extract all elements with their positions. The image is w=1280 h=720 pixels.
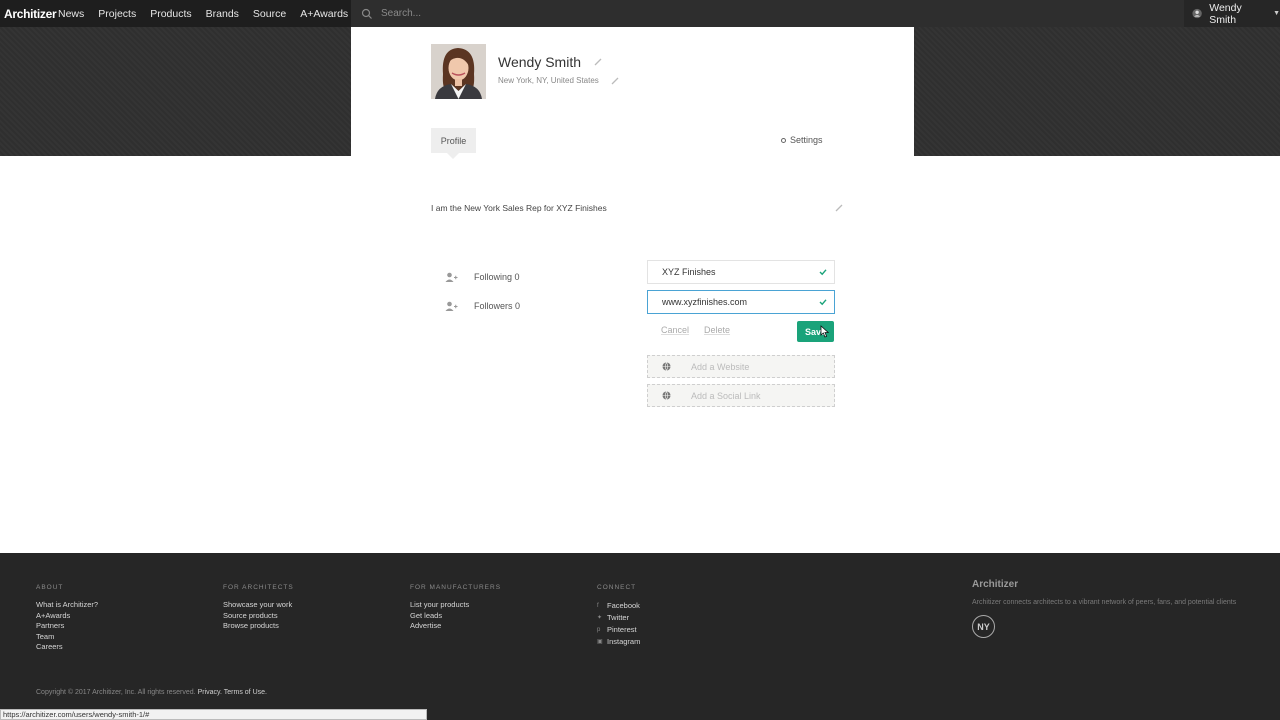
checkmark-icon — [819, 299, 827, 306]
add-user-icon — [445, 301, 458, 311]
cancel-button[interactable]: Cancel — [661, 325, 689, 335]
pencil-icon[interactable] — [611, 77, 619, 85]
profile-name: Wendy Smith — [498, 54, 581, 70]
user-menu[interactable]: Wendy Smith ▼ — [1184, 0, 1280, 27]
followers-count[interactable]: Followers 0 — [445, 301, 520, 311]
instagram-label: Instagram — [607, 637, 641, 646]
gear-icon — [781, 137, 786, 143]
company-name-value: XYZ Finishes — [662, 267, 716, 277]
tab-settings[interactable]: Settings — [781, 135, 823, 145]
user-menu-name: Wendy Smith — [1209, 1, 1242, 26]
browser-status-bar: https://architizer.com/users/wendy-smith… — [0, 709, 427, 720]
footer-link-awards[interactable]: A+Awards — [36, 611, 98, 622]
footer-about: ABOUT What is Architizer? A+Awards Partn… — [36, 584, 98, 653]
search-icon — [361, 8, 372, 19]
privacy-link[interactable]: Privacy. — [198, 689, 222, 696]
following-label: Following 0 — [474, 272, 520, 282]
pinterest-label: Pinterest — [607, 625, 637, 634]
website-field[interactable]: www.xyzfinishes.com — [647, 290, 835, 314]
globe-icon — [662, 362, 671, 371]
add-social-link-button[interactable]: Add a Social Link — [647, 384, 835, 407]
nav-links: News Projects Products Brands Source A+A… — [58, 0, 362, 27]
profile-header-card: Wendy Smith New York, NY, United States … — [351, 27, 914, 159]
footer-link-careers[interactable]: Careers — [36, 642, 98, 653]
mouse-pointer-icon — [820, 325, 830, 338]
footer-link-partners[interactable]: Partners — [36, 621, 98, 632]
footer-link-get-leads[interactable]: Get leads — [410, 611, 501, 622]
add-user-icon — [445, 272, 458, 282]
profile-bio: I am the New York Sales Rep for XYZ Fini… — [431, 203, 607, 213]
nav-link-projects[interactable]: Projects — [98, 8, 136, 20]
footer-link-source-products[interactable]: Source products — [223, 611, 294, 622]
following-count[interactable]: Following 0 — [445, 272, 520, 282]
nav-link-news[interactable]: News — [58, 8, 84, 20]
profile-location: New York, NY, United States — [498, 76, 599, 85]
footer-link-instagram[interactable]: ▣ Instagram — [597, 636, 640, 648]
footer-link-team[interactable]: Team — [36, 632, 98, 643]
facebook-label: Facebook — [607, 601, 640, 610]
add-social-link-label: Add a Social Link — [691, 390, 761, 401]
instagram-icon: ▣ — [597, 639, 603, 645]
footer-link-pinterest[interactable]: p Pinterest — [597, 624, 640, 636]
top-nav: Architizer News Projects Products Brands… — [0, 0, 1280, 27]
add-website-label: Add a Website — [691, 361, 750, 372]
footer-heading-manufacturers: FOR MANUFACTURERS — [410, 584, 502, 591]
company-name-field[interactable]: XYZ Finishes — [647, 260, 835, 284]
chevron-down-icon: ▼ — [1273, 10, 1280, 17]
footer-architects: FOR ARCHITECTS Showcase your work Source… — [223, 584, 294, 632]
tab-settings-label: Settings — [790, 135, 823, 145]
footer-link-browse-products[interactable]: Browse products — [223, 621, 294, 632]
globe-icon — [662, 391, 671, 400]
logo[interactable]: Architizer — [0, 7, 58, 21]
nav-link-awards[interactable]: A+Awards — [300, 8, 348, 20]
footer-link-showcase[interactable]: Showcase your work — [223, 600, 294, 611]
search-bar — [351, 0, 1184, 27]
footer-link-facebook[interactable]: f Facebook — [597, 600, 640, 612]
facebook-icon: f — [597, 603, 599, 609]
footer-link-twitter[interactable]: ✦ Twitter — [597, 612, 640, 624]
nav-link-products[interactable]: Products — [150, 8, 191, 20]
twitter-icon: ✦ — [597, 615, 603, 621]
copyright-text: Copyright © 2017 Architizer, Inc. All ri… — [36, 689, 196, 696]
footer: ABOUT What is Architizer? A+Awards Partn… — [0, 553, 1280, 720]
footer-connect: CONNECT f Facebook ✦ Twitter p Pinterest ▣ I… — [597, 584, 640, 648]
ny-badge: NY — [972, 615, 995, 638]
checkmark-icon — [819, 269, 827, 276]
nav-link-brands[interactable]: Brands — [206, 8, 239, 20]
pencil-icon[interactable] — [835, 204, 843, 212]
followers-label: Followers 0 — [474, 301, 521, 311]
footer-heading-about: ABOUT — [36, 584, 64, 591]
footer-tagline: Architizer connects architects to a vibr… — [972, 599, 1237, 606]
search-input[interactable] — [381, 8, 781, 19]
twitter-label: Twitter — [607, 613, 630, 622]
footer-link-what-is[interactable]: What is Architizer? — [36, 600, 98, 611]
terms-link[interactable]: Terms of Use. — [224, 689, 267, 696]
pinterest-icon: p — [597, 627, 601, 633]
pencil-icon[interactable] — [594, 58, 602, 66]
nav-link-source[interactable]: Source — [253, 8, 286, 20]
footer-link-advertise[interactable]: Advertise — [410, 621, 501, 632]
copyright: Copyright © 2017 Architizer, Inc. All ri… — [36, 689, 267, 696]
website-value: www.xyzfinishes.com — [662, 297, 748, 307]
user-icon — [1192, 8, 1202, 19]
add-website-button[interactable]: Add a Website — [647, 355, 835, 378]
tab-profile[interactable]: Profile — [431, 128, 476, 159]
delete-button[interactable]: Delete — [704, 325, 730, 335]
avatar — [431, 44, 486, 99]
footer-heading-connect: CONNECT — [597, 584, 637, 591]
footer-link-list-products[interactable]: List your products — [410, 600, 501, 611]
footer-heading-architects: FOR ARCHITECTS — [223, 584, 294, 591]
footer-manufacturers: FOR MANUFACTURERS List your products Get… — [410, 584, 501, 632]
footer-logo[interactable]: Architizer — [972, 579, 1018, 590]
